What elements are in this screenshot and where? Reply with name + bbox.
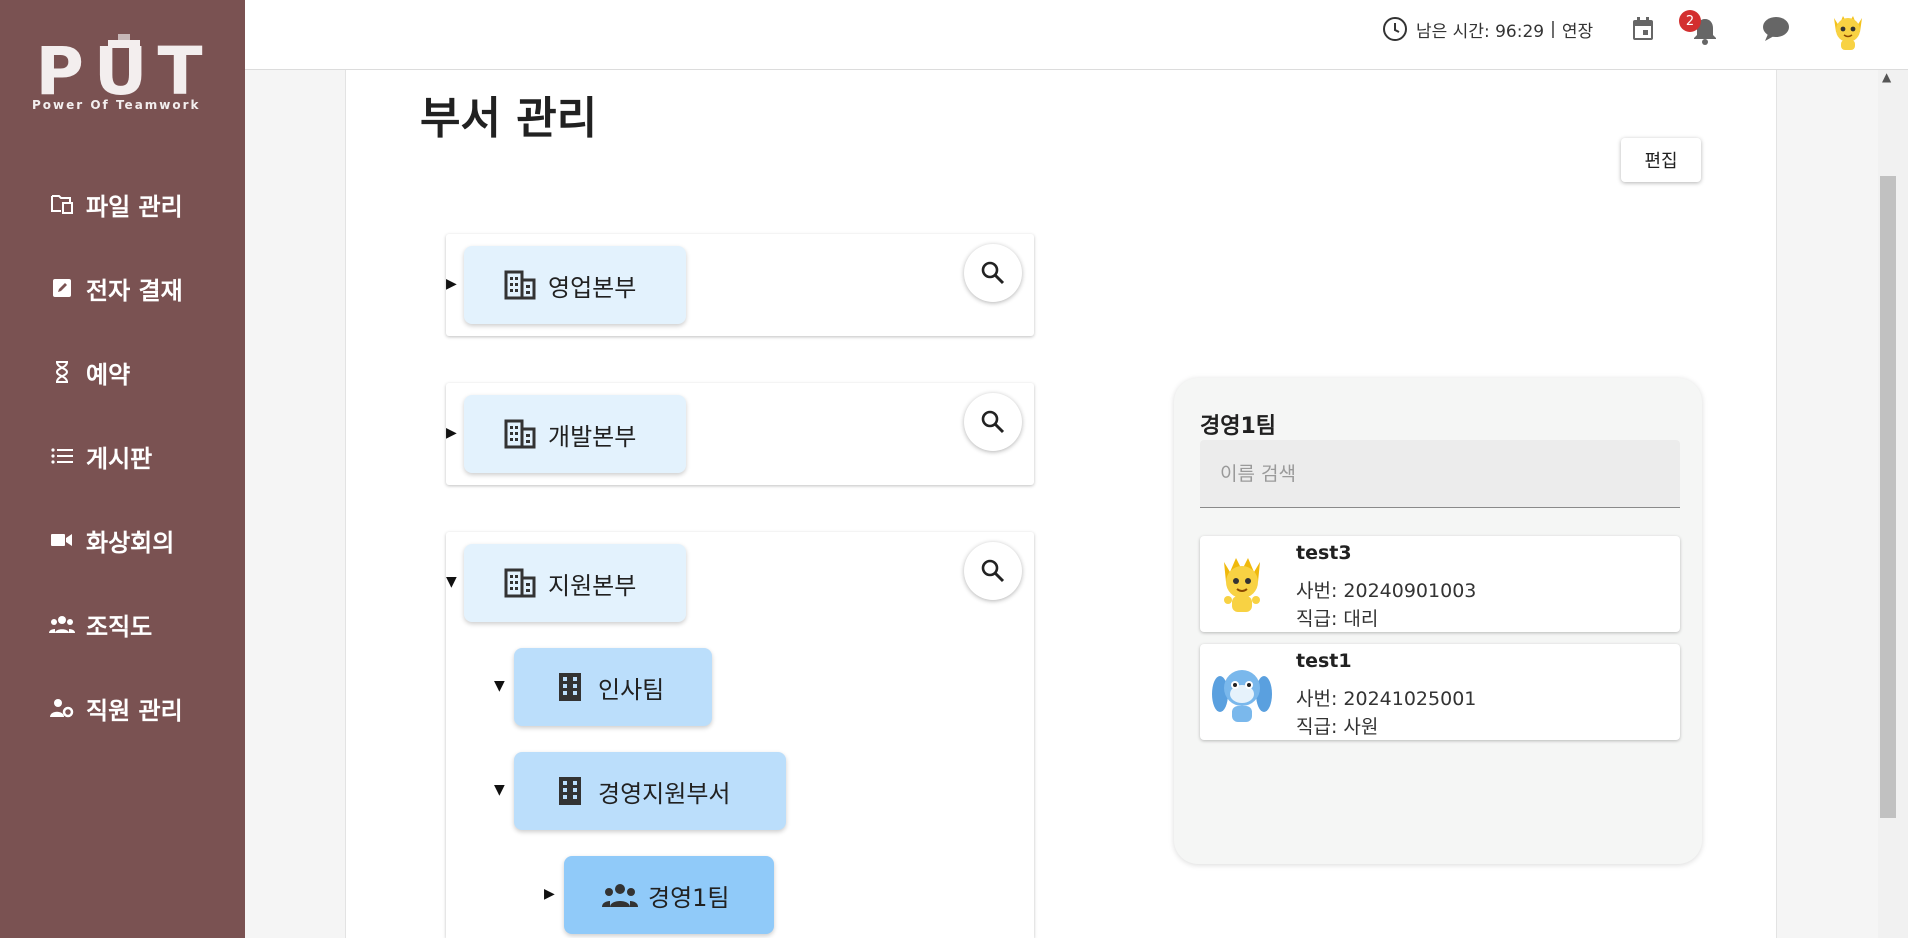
- dept-name: 영업본부: [548, 273, 637, 302]
- search-icon: [981, 410, 1005, 434]
- collapse-caret-icon[interactable]: ▼: [494, 782, 505, 798]
- sidebar-item-employee-management[interactable]: 직원 관리: [48, 690, 183, 726]
- edit-button[interactable]: 편집: [1621, 138, 1701, 182]
- sidebar-item-board[interactable]: 게시판: [48, 438, 152, 474]
- page-title: 부서 관리: [420, 93, 598, 144]
- member-avatar: [1208, 658, 1276, 726]
- member-avatar: [1208, 550, 1276, 618]
- search-button[interactable]: [964, 244, 1022, 302]
- scrollbar-thumb[interactable]: [1880, 176, 1896, 818]
- member-position: 직급: 사원: [1296, 716, 1379, 738]
- member-card[interactable]: test3 사번: 20240901003 직급: 대리: [1200, 536, 1680, 632]
- sidebar-item-label: 파일 관리: [86, 192, 183, 221]
- sidebar-item-label: 조직도: [86, 612, 153, 641]
- dept-chip-dev[interactable]: 개발본부: [464, 395, 686, 473]
- timer-label: 남은 시간: 96:29: [1416, 21, 1545, 42]
- dept-name: 개발본부: [548, 422, 637, 451]
- search-button[interactable]: [964, 393, 1022, 451]
- sidebar-item-label: 직원 관리: [86, 696, 183, 725]
- dept-card-support: ▼ 지원본부 ▼ 인사팀 ▼ 경영지원부서 ▶ 경영1팀: [446, 532, 1034, 938]
- dept-name: 경영1팀: [648, 883, 730, 912]
- dept-name: 지원본부: [548, 571, 637, 600]
- sidebar-item-label: 화상회의: [86, 528, 175, 557]
- sidebar-item-video-conference[interactable]: 화상회의: [48, 522, 174, 558]
- chat-icon[interactable]: [1761, 14, 1791, 44]
- sidebar-item-e-approval[interactable]: 전자 결재: [48, 270, 183, 306]
- search-icon: [981, 559, 1005, 583]
- top-bar: [245, 0, 1908, 70]
- member-position: 직급: 대리: [1296, 608, 1379, 630]
- expand-caret-icon[interactable]: ▶: [446, 425, 457, 441]
- member-employee-number: 사번: 20240901003: [1296, 580, 1477, 602]
- member-name: test3: [1296, 542, 1352, 564]
- sidebar-item-org-chart[interactable]: 조직도: [48, 606, 152, 642]
- timer-separator: |: [1550, 19, 1556, 39]
- member-employee-number: 사번: 20241025001: [1296, 688, 1477, 710]
- building-icon: [502, 267, 538, 303]
- collapse-caret-icon[interactable]: ▼: [446, 574, 457, 590]
- sidebar-item-file-management[interactable]: 파일 관리: [48, 186, 183, 222]
- sidebar-item-label: 전자 결재: [86, 276, 183, 305]
- session-timer: 남은 시간: 96:29 | 연장: [1382, 14, 1593, 44]
- dept-chip-mgmt1[interactable]: 경영1팀: [564, 856, 774, 934]
- office-building-icon: [552, 669, 588, 705]
- dept-name: 인사팀: [598, 675, 665, 704]
- sidebar-item-label: 게시판: [86, 444, 153, 473]
- dept-chip-mgmt-support[interactable]: 경영지원부서: [514, 752, 786, 830]
- search-button[interactable]: [964, 542, 1022, 600]
- calendar-icon[interactable]: [1628, 14, 1658, 44]
- user-avatar[interactable]: [1826, 8, 1870, 52]
- logo-tagline: Power Of Teamwork: [32, 98, 201, 112]
- file-folder-icon: [48, 192, 76, 216]
- sidebar: PUT Power Of Teamwork 파일 관리 전자 결재 예약 게시판…: [0, 0, 245, 938]
- member-card[interactable]: test1 사번: 20241025001 직급: 사원: [1200, 644, 1680, 740]
- sidebar-item-reservation[interactable]: 예약: [48, 354, 130, 390]
- dept-card-dev: ▶ 개발본부: [446, 383, 1034, 485]
- building-icon: [502, 416, 538, 452]
- search-icon: [981, 261, 1005, 285]
- group-icon: [602, 877, 638, 913]
- extend-link[interactable]: 연장: [1562, 17, 1593, 42]
- building-icon: [502, 565, 538, 601]
- team-members-panel: 경영1팀 test3 사번: 20240901003 직급: 대리: [1174, 378, 1702, 864]
- sidebar-item-label: 예약: [86, 360, 131, 389]
- dept-card-sales: ▶ 영업본부: [446, 234, 1034, 336]
- expand-caret-icon[interactable]: ▶: [446, 276, 457, 292]
- edit-icon: [48, 276, 76, 300]
- office-building-icon: [552, 773, 588, 809]
- collapse-caret-icon[interactable]: ▼: [494, 678, 505, 694]
- dept-name: 경영지원부서: [598, 779, 731, 808]
- dept-chip-sales[interactable]: 영업본부: [464, 246, 686, 324]
- member-search-input[interactable]: [1200, 440, 1680, 508]
- video-camera-icon: [48, 528, 76, 552]
- notification-badge: 2: [1679, 10, 1701, 32]
- dept-chip-support[interactable]: 지원본부: [464, 544, 686, 622]
- member-name: test1: [1296, 650, 1352, 672]
- expand-caret-icon[interactable]: ▶: [544, 886, 555, 902]
- list-icon: [48, 444, 76, 468]
- clock-icon: [1383, 17, 1407, 41]
- dept-chip-hr[interactable]: 인사팀: [514, 648, 712, 726]
- panel-title: 경영1팀: [1200, 414, 1277, 439]
- hourglass-icon: [48, 360, 76, 384]
- scroll-up-arrow-icon[interactable]: ▲: [1882, 70, 1891, 84]
- group-icon: [48, 612, 76, 636]
- app-logo[interactable]: PUT Power Of Teamwork: [28, 34, 220, 116]
- person-gear-icon: [48, 696, 76, 720]
